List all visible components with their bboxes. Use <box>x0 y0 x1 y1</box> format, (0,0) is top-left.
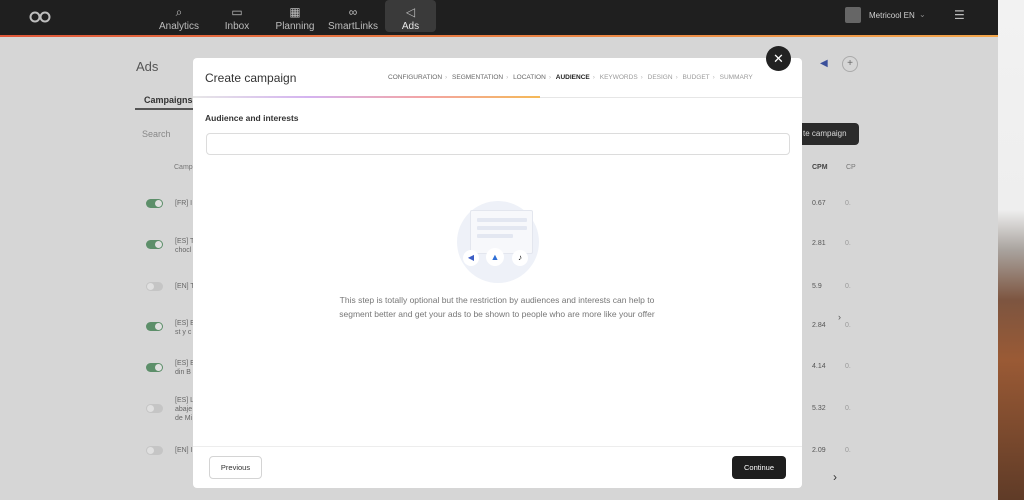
chat-icon: ▭ <box>231 5 243 19</box>
nav-smartlinks-label: SmartLinks <box>327 21 378 32</box>
step-budget[interactable]: BUDGET <box>683 74 710 81</box>
step-separator-icon: › <box>640 74 643 81</box>
previous-button[interactable]: Previous <box>209 456 262 479</box>
campaign-toggle[interactable] <box>146 404 163 413</box>
avatar <box>845 7 861 23</box>
next-value: 0. <box>845 283 851 290</box>
empty-state-illustration: ◀ ▲ ♪ <box>457 201 539 283</box>
next-value: 0. <box>845 447 851 454</box>
nav-analytics-label: Analytics <box>158 21 199 32</box>
next-value: 0. <box>845 322 851 329</box>
google-ads-icon: ▲ <box>486 248 504 266</box>
campaign-name: [EN] I <box>175 447 193 454</box>
modal-title: Create campaign <box>205 71 297 85</box>
tab-underline <box>135 108 195 110</box>
close-modal-button[interactable]: ✕ <box>766 46 791 71</box>
step-summary[interactable]: SUMMARY <box>720 74 753 81</box>
cpm-value: 5.9 <box>812 283 822 290</box>
meta-ads-icon: ◀ <box>463 250 479 266</box>
progress-gradient-bar <box>193 96 540 98</box>
pagination-next-icon[interactable]: › <box>833 470 837 484</box>
next-value: 0. <box>845 363 851 370</box>
step-segmentation[interactable]: SEGMENTATION <box>452 74 503 81</box>
wizard-steps: CONFIGURATION › SEGMENTATION › LOCATION › A… <box>388 74 788 81</box>
next-value: 0. <box>845 200 851 207</box>
step-configuration[interactable]: CONFIGURATION <box>388 74 442 81</box>
campaign-name: [ES] E st y c <box>175 320 195 336</box>
nav-ads[interactable]: ◁ Ads <box>385 0 436 32</box>
campaign-toggle[interactable] <box>146 199 163 208</box>
nav-smartlinks[interactable]: ∞ SmartLinks <box>325 0 381 32</box>
cpm-value: 5.32 <box>812 405 826 412</box>
chevron-down-icon: ⌄ <box>919 10 926 19</box>
step-separator-icon: › <box>506 74 509 81</box>
background-photo <box>998 0 1024 500</box>
campaign-name: [ES] T chocl <box>175 238 195 254</box>
step-separator-icon: › <box>445 74 448 81</box>
helper-text-line-1: This step is totally optional but the re… <box>339 295 655 305</box>
step-separator-icon: › <box>675 74 678 81</box>
tiktok-icon: ♪ <box>512 250 528 266</box>
analytics-icon: ⌕ <box>175 5 183 19</box>
nav-inbox[interactable]: ▭ Inbox <box>209 0 265 32</box>
cpm-value: 2.09 <box>812 447 826 454</box>
next-value: 0. <box>845 240 851 247</box>
step-separator-icon: › <box>548 74 551 81</box>
campaign-toggle[interactable] <box>146 282 163 291</box>
cpm-value: 4.14 <box>812 363 826 370</box>
campaign-name: [ES] E din B <box>175 360 195 376</box>
top-navbar: ⌕ Analytics ▭ Inbox ▦ Planning ∞ SmartLi… <box>0 0 998 37</box>
column-header-campaign: Camp <box>174 164 193 171</box>
cpm-value: 2.81 <box>812 240 826 247</box>
metricool-logo-icon[interactable] <box>28 10 52 24</box>
campaign-toggle[interactable] <box>146 322 163 331</box>
search-input[interactable]: Search <box>142 129 171 139</box>
audience-interests-input[interactable] <box>206 133 790 155</box>
nav-planning[interactable]: ▦ Planning <box>267 0 323 32</box>
step-separator-icon: › <box>592 74 595 81</box>
link-icon: ∞ <box>348 5 358 19</box>
megaphone-icon: ◁ <box>405 5 416 19</box>
campaign-toggle[interactable] <box>146 446 163 455</box>
campaign-toggle[interactable] <box>146 240 163 249</box>
step-audience[interactable]: AUDIENCE <box>556 74 590 81</box>
account-name: Metricool EN <box>869 11 915 20</box>
facebook-ads-icon[interactable]: ◀ <box>820 58 828 69</box>
create-campaign-button[interactable]: te campaign <box>796 123 859 145</box>
column-header-next: CP <box>846 164 856 171</box>
menu-icon[interactable]: ☰ <box>954 8 965 22</box>
campaign-name: [ES] L abaje de Mi <box>175 397 194 422</box>
chevron-right-icon[interactable]: › <box>838 312 841 322</box>
step-separator-icon: › <box>712 74 715 81</box>
helper-text-line-2: segment better and get your ads to be sh… <box>339 309 655 319</box>
step-keywords[interactable]: KEYWORDS <box>600 74 638 81</box>
campaign-name: [FR] I <box>175 200 193 207</box>
page-title: Ads <box>136 59 159 74</box>
continue-button[interactable]: Continue <box>732 456 786 479</box>
audience-section-label: Audience and interests <box>205 113 299 123</box>
modal-footer <box>193 446 802 488</box>
account-switcher[interactable]: Metricool EN ⌄ <box>845 7 945 27</box>
campaign-toggle[interactable] <box>146 363 163 372</box>
cpm-value: 0.67 <box>812 200 826 207</box>
tab-campaigns[interactable]: Campaigns <box>144 95 193 105</box>
nav-ads-label: Ads <box>401 21 420 32</box>
create-campaign-modal: Create campaign CONFIGURATION › SEGMENTAT… <box>193 58 802 488</box>
nav-analytics[interactable]: ⌕ Analytics <box>151 0 207 32</box>
campaign-name: [EN] T <box>175 283 195 290</box>
column-header-cpm: CPM <box>812 164 828 171</box>
ad-card-illustration <box>470 210 533 254</box>
helper-text: This step is totally optional but the re… <box>297 293 697 321</box>
step-location[interactable]: LOCATION <box>513 74 546 81</box>
calendar-icon: ▦ <box>289 5 301 19</box>
cpm-value: 2.84 <box>812 322 826 329</box>
nav-planning-label: Planning <box>275 21 315 32</box>
close-icon: ✕ <box>773 51 784 66</box>
nav-inbox-label: Inbox <box>224 21 250 32</box>
add-account-button[interactable]: + <box>842 56 858 72</box>
step-design[interactable]: DESIGN <box>648 74 673 81</box>
next-value: 0. <box>845 405 851 412</box>
modal-header: Create campaign CONFIGURATION › SEGMENTAT… <box>193 58 802 98</box>
